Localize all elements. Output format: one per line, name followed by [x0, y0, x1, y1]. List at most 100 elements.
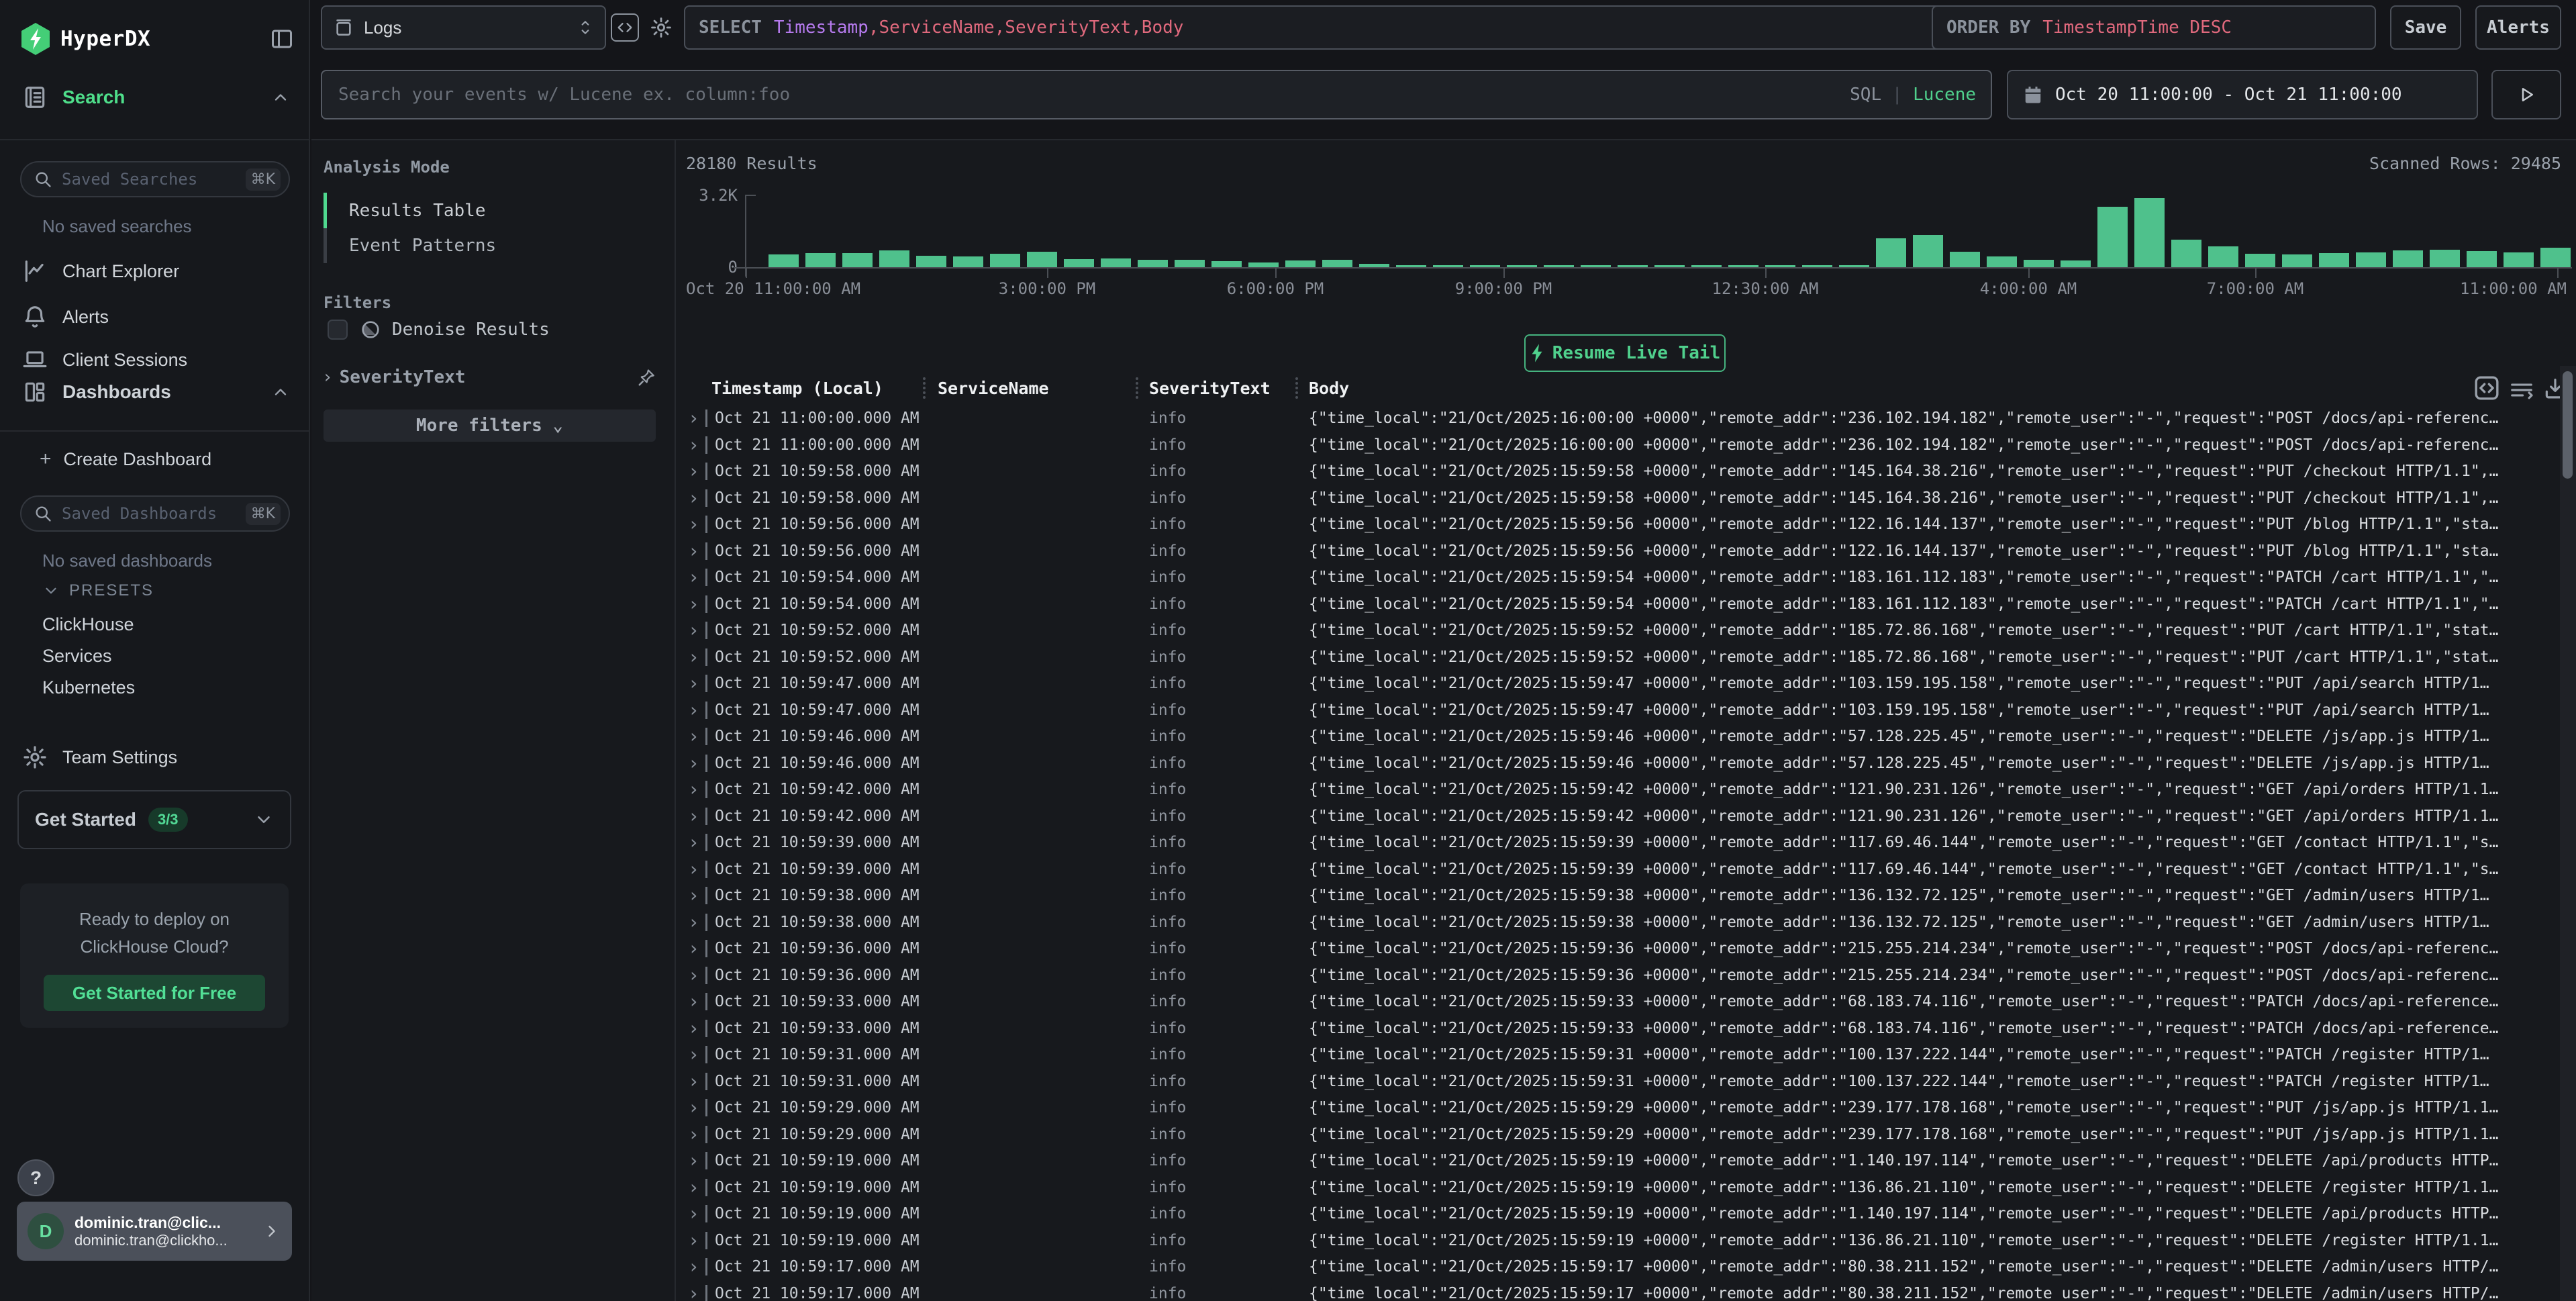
expand-row-icon[interactable]: › — [688, 1255, 699, 1278]
histogram-bar[interactable] — [1101, 258, 1131, 267]
histogram-bar[interactable] — [1138, 260, 1168, 267]
table-row[interactable]: ›Oct 21 10:59:58.000 AMinfo{"time_local"… — [676, 485, 2559, 512]
expand-row-icon[interactable]: › — [688, 672, 699, 695]
expand-row-icon[interactable]: › — [688, 884, 699, 907]
expand-row-icon[interactable]: › — [688, 937, 699, 960]
column-resize-handle[interactable] — [1136, 377, 1138, 399]
source-settings-button[interactable] — [647, 13, 675, 42]
histogram-bar[interactable] — [1175, 260, 1205, 267]
table-row[interactable]: ›Oct 21 10:59:39.000 AMinfo{"time_local"… — [676, 857, 2559, 883]
get-started-card[interactable]: Get Started 3/3 — [17, 790, 291, 849]
histogram-bar[interactable] — [842, 253, 873, 267]
expand-row-icon[interactable]: › — [688, 990, 699, 1013]
table-row[interactable]: ›Oct 21 10:59:52.000 AMinfo{"time_local"… — [676, 618, 2559, 644]
sidebar-item-team-settings[interactable]: Team Settings — [22, 742, 290, 772]
language-toggle[interactable]: SQL | Lucene — [1850, 85, 1976, 105]
histogram-bar[interactable] — [2467, 251, 2497, 267]
more-filters-button[interactable]: More filters ⌄ — [324, 409, 656, 442]
histogram-bar[interactable] — [2024, 260, 2054, 267]
preset-item-services[interactable]: Services — [42, 646, 112, 667]
events-histogram[interactable]: Oct 20 11:00:00 AM3:00:00 PM6:00:00 PM9:… — [745, 195, 2572, 267]
expand-row-icon[interactable]: › — [688, 1176, 699, 1199]
expand-row-icon[interactable]: › — [688, 619, 699, 642]
run-query-button[interactable] — [2491, 70, 2561, 119]
expand-row-icon[interactable]: › — [688, 752, 699, 775]
histogram-bar[interactable] — [769, 254, 799, 267]
date-range-picker[interactable]: Oct 20 11:00:00 - Oct 21 11:00:00 — [2007, 70, 2478, 119]
sidebar-item-search[interactable]: Search — [22, 83, 290, 112]
expand-row-icon[interactable]: › — [688, 540, 699, 563]
histogram-bar[interactable] — [1913, 235, 1943, 267]
histogram-bar[interactable] — [2319, 253, 2349, 267]
event-search-input[interactable] — [337, 84, 1850, 105]
expand-row-icon[interactable]: › — [688, 778, 699, 801]
tab-results-table[interactable]: Results Table — [349, 201, 486, 221]
histogram-bar[interactable] — [1248, 262, 1279, 267]
table-row[interactable]: ›Oct 21 10:59:46.000 AMinfo{"time_local"… — [676, 751, 2559, 777]
expand-row-icon[interactable]: › — [688, 1229, 699, 1252]
expand-row-icon[interactable]: › — [688, 1070, 699, 1093]
expand-row-icon[interactable]: › — [688, 434, 699, 456]
table-row[interactable]: ›Oct 21 10:59:39.000 AMinfo{"time_local"… — [676, 830, 2559, 857]
expand-row-icon[interactable]: › — [688, 513, 699, 536]
column-resize-handle[interactable] — [923, 377, 926, 399]
edit-sql-button[interactable] — [611, 13, 639, 42]
table-row[interactable]: ›Oct 21 10:59:54.000 AMinfo{"time_local"… — [676, 565, 2559, 591]
sidebar-item-dashboards[interactable]: Dashboards — [22, 377, 290, 407]
table-row[interactable]: ›Oct 21 10:59:36.000 AMinfo{"time_local"… — [676, 936, 2559, 963]
histogram-bar[interactable] — [2356, 252, 2386, 267]
tab-event-patterns[interactable]: Event Patterns — [349, 236, 496, 256]
expand-row-icon[interactable]: › — [688, 487, 699, 510]
histogram-bar[interactable] — [2061, 260, 2091, 267]
histogram-bar[interactable] — [2171, 240, 2201, 267]
table-row[interactable]: ›Oct 21 10:59:54.000 AMinfo{"time_local"… — [676, 591, 2559, 618]
table-row[interactable]: ›Oct 21 10:59:46.000 AMinfo{"time_local"… — [676, 724, 2559, 751]
saved-dashboards-search[interactable]: ⌘K — [20, 495, 290, 532]
saved-searches-search[interactable]: ⌘K — [20, 161, 290, 197]
expand-row-icon[interactable]: › — [688, 593, 699, 616]
severity-facet[interactable]: › SeverityText — [322, 367, 657, 387]
expand-row-icon[interactable]: › — [688, 725, 699, 748]
column-header-severitytext[interactable]: SeverityText — [1149, 379, 1271, 398]
event-search[interactable]: SQL | Lucene — [321, 70, 1992, 119]
table-row[interactable]: ›Oct 21 10:59:56.000 AMinfo{"time_local"… — [676, 512, 2559, 538]
presets-toggle[interactable]: PRESETS — [42, 581, 154, 600]
table-row[interactable]: ›Oct 21 10:59:17.000 AMinfo{"time_local"… — [676, 1281, 2559, 1301]
expand-row-icon[interactable]: › — [688, 1149, 699, 1172]
expand-row-icon[interactable]: › — [688, 646, 699, 669]
sidebar-item-alerts[interactable]: Alerts — [22, 302, 290, 332]
table-row[interactable]: ›Oct 21 10:59:31.000 AMinfo{"time_local"… — [676, 1069, 2559, 1096]
expand-row-icon[interactable]: › — [688, 566, 699, 589]
expand-row-icon[interactable]: › — [688, 911, 699, 934]
expand-row-icon[interactable]: › — [688, 1202, 699, 1225]
expand-row-icon[interactable]: › — [688, 460, 699, 483]
sidebar-item-chart-explorer[interactable]: Chart Explorer — [22, 256, 290, 286]
expand-row-icon[interactable]: › — [688, 1017, 699, 1040]
histogram-bar[interactable] — [2134, 198, 2165, 267]
table-row[interactable]: ›Oct 21 11:00:00.000 AMinfo{"time_local"… — [676, 432, 2559, 459]
expand-row-icon[interactable]: › — [688, 1123, 699, 1146]
table-row[interactable]: ›Oct 21 10:59:56.000 AMinfo{"time_local"… — [676, 538, 2559, 565]
column-resize-handle[interactable] — [1295, 377, 1298, 399]
help-button[interactable]: ? — [17, 1159, 54, 1196]
table-row[interactable]: ›Oct 21 10:59:42.000 AMinfo{"time_local"… — [676, 777, 2559, 804]
preset-item-kubernetes[interactable]: Kubernetes — [42, 677, 135, 698]
table-row[interactable]: ›Oct 21 10:59:17.000 AMinfo{"time_local"… — [676, 1254, 2559, 1281]
get-started-free-button[interactable]: Get Started for Free — [44, 975, 265, 1011]
saved-searches-input[interactable] — [60, 169, 246, 189]
histogram-bar[interactable] — [2208, 246, 2238, 267]
table-row[interactable]: ›Oct 21 10:59:19.000 AMinfo{"time_local"… — [676, 1228, 2559, 1255]
scrollbar-thumb[interactable] — [2563, 371, 2573, 479]
histogram-bar[interactable] — [990, 254, 1020, 267]
expand-row-icon[interactable]: › — [688, 1043, 699, 1066]
view-source-button[interactable] — [2473, 375, 2500, 401]
user-menu[interactable]: D dominic.tran@clic... dominic.tran@clic… — [17, 1202, 292, 1261]
expand-row-icon[interactable]: › — [688, 858, 699, 881]
histogram-bar[interactable] — [1950, 252, 1980, 267]
expand-row-icon[interactable]: › — [688, 699, 699, 722]
histogram-bar[interactable] — [1064, 259, 1094, 267]
table-row[interactable]: ›Oct 21 10:59:42.000 AMinfo{"time_local"… — [676, 804, 2559, 830]
histogram-bar[interactable] — [2393, 250, 2423, 267]
denoise-results-row[interactable]: Denoise Results — [328, 319, 550, 340]
sidebar-collapse-button[interactable] — [270, 27, 294, 51]
